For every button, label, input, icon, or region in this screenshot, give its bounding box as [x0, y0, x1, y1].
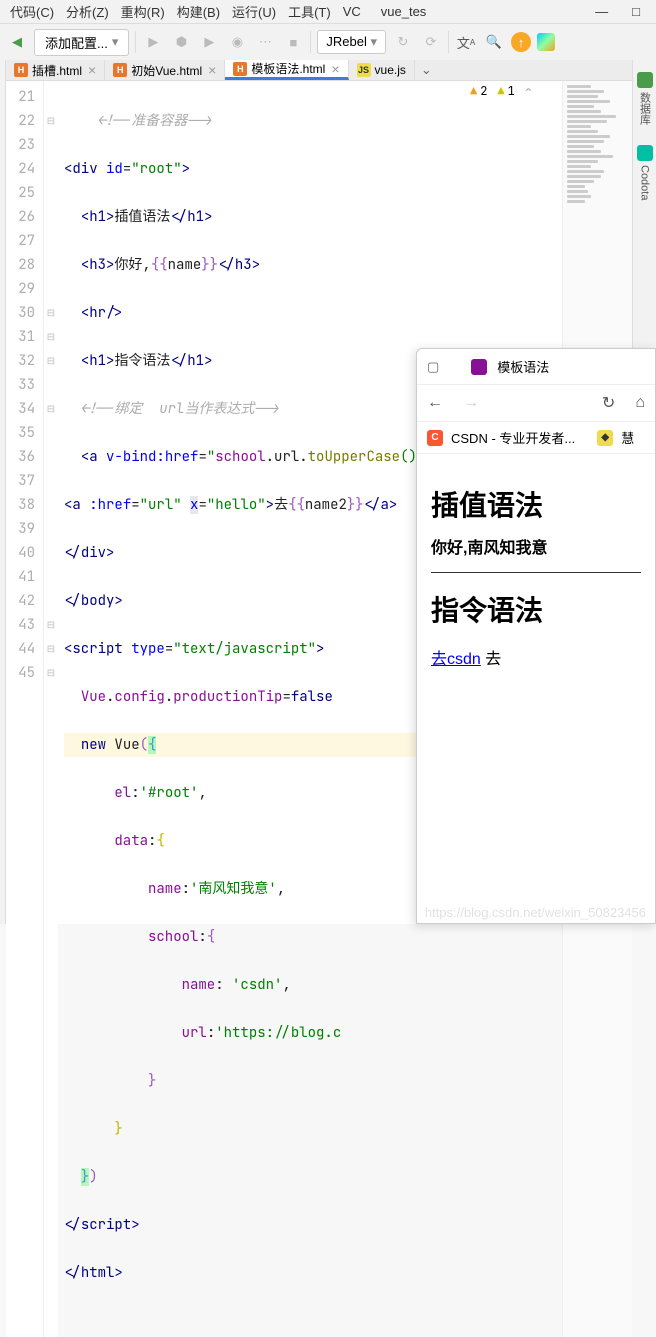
debug-icon[interactable]: ⬢ — [170, 31, 192, 53]
browser-preview: ▢ 模板语法 ← → ↻ ⌂ C CSDN - 专业开发者... ◆ 慧 插值语… — [416, 348, 656, 924]
menu-run[interactable]: 运行(U) — [226, 0, 282, 23]
menu-analyze[interactable]: 分析(Z) — [60, 0, 115, 23]
close-icon[interactable]: × — [208, 62, 216, 78]
bookmark-csdn[interactable]: CSDN - 专业开发者... — [451, 428, 575, 447]
warning-icon: ▲ — [470, 83, 477, 99]
menu-code[interactable]: 代码(C) — [4, 0, 60, 23]
maximize-icon[interactable]: □ — [626, 2, 646, 21]
weak-warning-icon: ▲ — [497, 83, 504, 99]
coverage-icon[interactable]: ▶ — [198, 31, 220, 53]
gutter-line-numbers: 2122232425262728293031323334353637383940… — [6, 81, 44, 1337]
back-arrow-icon[interactable]: ◀ — [6, 31, 28, 53]
page-link-csdn[interactable]: 去csdn — [431, 651, 481, 668]
database-tool-tab[interactable]: 数据库 — [635, 66, 655, 131]
window-title: vue_tes — [375, 2, 433, 21]
tab-list-icon[interactable]: ▢ — [427, 359, 439, 375]
browser-tab-bar: ▢ 模板语法 — [417, 349, 655, 385]
bookmark-other[interactable]: 慧 — [621, 428, 634, 447]
js-icon — [357, 63, 371, 77]
translate-icon[interactable]: 文A — [455, 31, 477, 53]
bookmark-favicon: ◆ — [597, 430, 613, 446]
browser-nav-bar: ← → ↻ ⌂ — [417, 385, 655, 422]
watermark: https://blog.csdn.net/weixin_50823456 — [425, 905, 646, 920]
page-h3-hello: 你好,南风知我意 — [431, 534, 641, 558]
run-config-dropdown[interactable]: 添加配置...▾ — [34, 29, 129, 56]
page-h1-interp: 插值语法 — [431, 484, 641, 524]
tab-template[interactable]: 模板语法.html × — [225, 60, 348, 80]
menu-vc[interactable]: VC — [337, 2, 367, 21]
close-icon[interactable]: × — [88, 62, 96, 78]
editor-tab-bar: 插槽.html × 初始Vue.html × 模板语法.html × vue.j… — [6, 60, 632, 81]
minimize-icon[interactable]: — — [589, 2, 614, 21]
html-icon — [113, 63, 127, 77]
back-icon[interactable]: ← — [427, 394, 443, 412]
rendered-page: 插值语法 你好,南风知我意 指令语法 去csdn 去 — [417, 454, 655, 923]
page-h1-directive: 指令语法 — [431, 589, 641, 629]
page-text-after: 去 — [481, 651, 501, 668]
page-hr — [431, 572, 641, 573]
browser-tab-title[interactable]: 模板语法 — [497, 357, 549, 376]
stop-icon[interactable]: ■ — [282, 31, 304, 53]
menu-tools[interactable]: 工具(T) — [282, 0, 337, 23]
fold-gutter[interactable]: ⊟ ⊟⊟⊟ ⊟ ⊟⊟⊟ — [44, 81, 58, 1337]
tab-initvue[interactable]: 初始Vue.html × — [105, 60, 225, 80]
profile-icon[interactable]: ◉ — [226, 31, 248, 53]
search-icon[interactable]: 🔍 — [483, 31, 505, 53]
codota-tool-tab[interactable]: Codota — [635, 139, 655, 206]
tab-vuejs[interactable]: vue.js — [349, 60, 415, 80]
html-icon — [233, 62, 247, 76]
reload-icon[interactable]: ↻ — [602, 393, 615, 413]
tab-slot[interactable]: 插槽.html × — [6, 60, 105, 80]
inspection-chevron-icon[interactable]: ⌃ — [525, 83, 532, 99]
inspection-widget[interactable]: ▲2 ▲1 ⌃ — [470, 83, 532, 99]
menu-build[interactable]: 构建(B) — [171, 0, 226, 23]
bookmark-bar: C CSDN - 专业开发者... ◆ 慧 — [417, 422, 655, 454]
jrebel-icon[interactable]: ↻ — [392, 31, 414, 53]
copilot-icon[interactable] — [537, 33, 555, 51]
run-icon[interactable]: ▶ — [142, 31, 164, 53]
html-icon — [14, 63, 28, 77]
close-icon[interactable]: × — [331, 61, 339, 77]
notification-icon[interactable]: ↑ — [511, 32, 531, 52]
menu-refactor[interactable]: 重构(R) — [115, 0, 171, 23]
forward-icon[interactable]: → — [463, 394, 479, 412]
jrebel-icon2[interactable]: ⟳ — [420, 31, 442, 53]
toolbar: ◀ 添加配置...▾ ▶ ⬢ ▶ ◉ ⋯ ■ JRebel ▾ ↻ ⟳ 文A 🔍… — [0, 24, 656, 60]
menu-bar: 代码(C) 分析(Z) 重构(R) 构建(B) 运行(U) 工具(T) VC v… — [0, 0, 656, 24]
jrebel-dropdown[interactable]: JRebel ▾ — [317, 30, 386, 54]
tab-overflow-icon[interactable]: ⌄ — [415, 62, 438, 78]
csdn-favicon: C — [427, 430, 443, 446]
home-icon[interactable]: ⌂ — [635, 394, 645, 412]
browser-favicon — [471, 359, 487, 375]
attach-icon[interactable]: ⋯ — [254, 31, 276, 53]
